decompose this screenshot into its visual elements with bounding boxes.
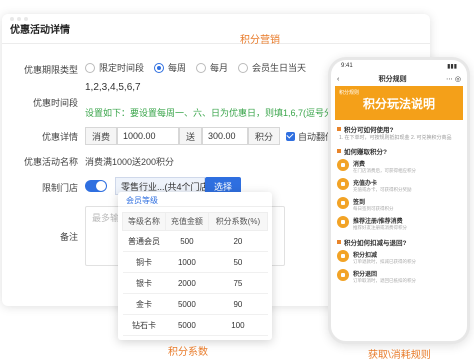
phone-nav-bar: ‹ 积分规则 ⋯ ◎ [331, 72, 467, 86]
level-name: 银卡 [122, 272, 166, 294]
marketing-caption: 积分营销 [240, 35, 280, 46]
list-item: 消费 在门店消费后，可获得相应积分 [331, 157, 467, 176]
tab-divider [118, 206, 272, 207]
level-name: 普通会员 [122, 230, 166, 252]
table-row: 银卡 2000 75 [122, 272, 268, 294]
col-level-name: 等级名称 [122, 212, 166, 231]
list-item: 充值办卡 充值或办卡，可获得积分奖励 [331, 176, 467, 195]
section-usage-text: 1. 在下单时，可按规则抵扣现金 2. 可兑换积分商品 [339, 135, 452, 141]
recharge-amount: 500 [165, 230, 209, 252]
recharge-amount: 2000 [165, 272, 209, 294]
auto-flip-checkbox[interactable] [286, 131, 296, 141]
points-ratio: 20 [208, 230, 268, 252]
points-addon: 积分 [248, 127, 281, 145]
window-dots [10, 17, 28, 21]
item-name: 消费 [353, 162, 366, 168]
radio-period-monthly[interactable]: 每月 [196, 61, 228, 74]
points-ratio: 90 [208, 293, 268, 315]
item-name: 积分退回 [353, 272, 378, 278]
panel-header: 优惠活动详情 [2, 14, 430, 44]
table-row: 金卡 5000 90 [122, 293, 268, 315]
points-ratio: 100 [208, 314, 268, 336]
activity-name-input[interactable]: 消费满1000送200积分 [85, 155, 174, 168]
cart-icon [337, 159, 349, 171]
recharge-amount: 5000 [165, 293, 209, 315]
level-name: 铜卡 [122, 251, 166, 273]
list-item: 推荐注册/推荐消费 推荐好友注册或消费得积分 [331, 214, 467, 233]
radio-period-birthday[interactable]: 会员生日当天 [238, 61, 306, 74]
radio-period-birthday-label: 会员生日当天 [252, 63, 307, 73]
rules-caption: 获取\消耗规则 [368, 350, 431, 361]
phone-mockup: 9:41 ▮▮▮ ‹ 积分规则 ⋯ ◎ 积分规则 积分玩法说明 积分可如何使用?… [328, 57, 470, 344]
item-name: 签到 [353, 200, 366, 206]
phone-nav-title: 积分规则 [378, 76, 407, 83]
points-ratio-caption: 积分系数 [168, 347, 208, 358]
banner-small-label: 积分规则 [339, 90, 360, 96]
table-row: 铜卡 1000 50 [122, 251, 268, 273]
item-desc: 推荐好友注册或消费得积分 [353, 225, 407, 230]
item-desc: 每日签到可获得积分 [353, 206, 394, 211]
section-earn-title-text: 如何赚取积分? [344, 149, 387, 156]
rules-banner: 积分规则 积分玩法说明 [335, 86, 463, 120]
detail-label: 优惠详情 [41, 132, 78, 142]
more-icon[interactable]: ⋯ ◎ [446, 75, 461, 83]
status-time: 9:41 [341, 63, 353, 69]
back-icon[interactable]: ‹ [337, 76, 339, 83]
activity-name-label: 优惠活动名称 [23, 157, 78, 167]
period-type-label: 优惠期限类型 [23, 65, 78, 75]
send-points-input[interactable]: 300.00 [202, 127, 249, 145]
share-icon [337, 216, 349, 228]
recharge-amount: 1000 [165, 251, 209, 273]
list-item: 积分扣减 订单退款时，扣减已获得的积分 [331, 248, 467, 267]
time-segment-label: 优惠时间段 [32, 98, 78, 108]
radio-period-monthly-label: 每月 [210, 63, 229, 73]
level-name: 钻石卡 [122, 314, 166, 336]
item-desc: 订单退款时，扣减已获得的积分 [353, 259, 416, 264]
member-level-table: 等级名称 充值金额 积分系数(%) 普通会员 500 20 铜卡 1000 50… [122, 212, 269, 336]
item-desc: 充值或办卡，可获得积分奖励 [353, 187, 412, 192]
consume-amount-input[interactable]: 1000.00 [117, 127, 180, 145]
section-usage-title-text: 积分可如何使用? [344, 127, 394, 134]
banner-title: 积分玩法说明 [362, 96, 435, 111]
consume-addon: 消费 [85, 127, 118, 145]
item-desc: 在门店消费后，可获得相应积分 [353, 168, 416, 173]
remark-label: 备注 [59, 232, 78, 242]
radio-period-range-label: 限定时间段 [99, 63, 145, 73]
list-item: 签到 每日签到可获得积分 [331, 195, 467, 214]
section-deduct-title: 积分如何扣减与退回? [331, 233, 467, 248]
radio-period-weekly-label: 每周 [168, 63, 187, 73]
table-row: 钻石卡 5000 100 [122, 314, 268, 336]
radio-period-range[interactable]: 限定时间段 [85, 61, 144, 74]
battery-icon: ▮▮▮ [447, 64, 457, 70]
radio-period-weekly[interactable]: 每周 [154, 61, 186, 74]
col-recharge-amount: 充值金额 [164, 212, 209, 231]
points-ratio: 50 [208, 251, 268, 273]
item-name: 积分扣减 [353, 253, 378, 259]
time-segment-input[interactable]: 1,2,3,4,5,6,7 [85, 82, 141, 93]
col-points-ratio: 积分系数(%) [207, 212, 269, 231]
minus-icon [337, 250, 349, 262]
phone-status-bar: 9:41 ▮▮▮ [331, 60, 467, 72]
member-level-card: 会员等级 等级名称 充值金额 积分系数(%) 普通会员 500 20 铜卡 10… [118, 192, 272, 340]
list-item: 积分退回 订单取消时，退回已抵扣的积分 [331, 267, 467, 286]
calendar-icon [337, 197, 349, 209]
section-deduct-title-text: 积分如何扣减与退回? [344, 240, 407, 247]
points-ratio: 75 [208, 272, 268, 294]
send-addon: 送 [179, 127, 203, 145]
panel-title: 优惠活动详情 [10, 25, 70, 36]
table-row: 普通会员 500 20 [122, 230, 268, 252]
recharge-amount: 5000 [165, 314, 209, 336]
store-limit-label: 限制门店 [41, 183, 78, 193]
member-level-tab[interactable]: 会员等级 [126, 195, 158, 206]
item-name: 推荐注册/推荐消费 [353, 219, 403, 225]
store-limit-toggle[interactable] [85, 180, 107, 192]
card-icon [337, 178, 349, 190]
item-name: 充值办卡 [353, 181, 378, 187]
item-desc: 订单取消时，退回已抵扣的积分 [353, 278, 416, 283]
section-usage-title: 积分可如何使用? [331, 120, 467, 135]
section-earn-title: 如何赚取积分? [331, 142, 467, 157]
level-name: 金卡 [122, 293, 166, 315]
return-icon [337, 269, 349, 281]
